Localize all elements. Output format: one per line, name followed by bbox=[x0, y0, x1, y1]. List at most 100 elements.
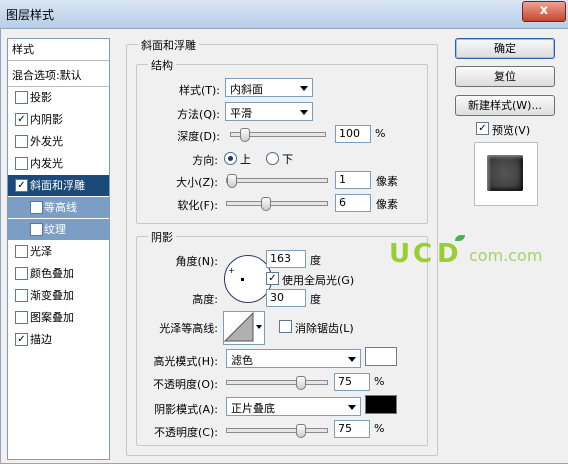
contour-curve-icon bbox=[224, 312, 254, 342]
sidebar-item-outer-glow[interactable]: 外发光 bbox=[8, 131, 109, 152]
checkbox[interactable] bbox=[15, 289, 28, 302]
title-bar: 图层样式 x bbox=[0, 0, 568, 29]
chevron-down-icon bbox=[348, 357, 356, 362]
angle-dial[interactable]: + bbox=[224, 255, 272, 303]
depth-unit: % bbox=[375, 127, 386, 140]
shading-title: 阴影 bbox=[148, 229, 176, 245]
close-icon: x bbox=[539, 3, 549, 18]
size-slider-thumb[interactable] bbox=[227, 174, 237, 188]
highlight-opacity-input[interactable]: 75 bbox=[334, 373, 370, 391]
sidebar-item-color-overlay[interactable]: 颜色叠加 bbox=[8, 263, 109, 284]
depth-input[interactable]: 100 bbox=[335, 125, 371, 143]
watermark-u: U bbox=[389, 239, 411, 269]
chevron-down-icon bbox=[348, 405, 356, 410]
altitude-unit: 度 bbox=[310, 293, 321, 306]
checkbox[interactable] bbox=[15, 91, 28, 104]
watermark-c: C bbox=[413, 239, 433, 269]
checkbox[interactable] bbox=[15, 311, 28, 324]
antialias-label: 消除锯齿(L) bbox=[295, 322, 354, 335]
soften-input[interactable]: 6 bbox=[335, 194, 371, 212]
blending-options-item[interactable]: 混合选项:默认 bbox=[8, 65, 109, 87]
shadow-opacity-label: 不透明度(C): bbox=[154, 426, 218, 439]
shadow-opacity-slider[interactable] bbox=[226, 424, 328, 438]
angle-dial-handle bbox=[241, 278, 244, 281]
sidebar-item-gradient-overlay[interactable]: 渐变叠加 bbox=[8, 285, 109, 306]
sidebar-item-drop-shadow[interactable]: 投影 bbox=[8, 87, 109, 108]
global-light-label: 使用全局光(G) bbox=[282, 274, 355, 287]
preview-swatch bbox=[487, 155, 523, 191]
sidebar-item-texture[interactable]: 纹理 bbox=[8, 219, 109, 240]
direction-down-radio[interactable] bbox=[266, 152, 279, 165]
ucd-watermark: U C D com.com bbox=[389, 235, 559, 269]
bevel-emboss-title: 斜面和浮雕 bbox=[138, 37, 199, 53]
style-preview bbox=[474, 142, 538, 206]
soften-slider-thumb[interactable] bbox=[261, 197, 272, 211]
window-title: 图层样式 bbox=[6, 8, 55, 22]
soften-unit: 像素 bbox=[376, 198, 398, 211]
gloss-contour-label: 光泽等高线: bbox=[159, 322, 218, 335]
checkbox[interactable] bbox=[15, 157, 28, 170]
structure-title: 结构 bbox=[148, 57, 176, 73]
style-label: 样式(T): bbox=[178, 84, 220, 97]
checkbox[interactable] bbox=[30, 223, 43, 236]
checkbox[interactable] bbox=[15, 245, 28, 258]
soften-label: 软化(F): bbox=[177, 199, 218, 212]
styles-header[interactable]: 样式 bbox=[8, 39, 109, 61]
checkbox[interactable] bbox=[15, 267, 28, 280]
chevron-down-icon bbox=[256, 325, 262, 329]
styles-sidebar: 样式 混合选项:默认 投影 ✓ 内阴影 外发光 内发光 ✓ 斜面和浮雕 等高线 纹理… bbox=[7, 38, 110, 460]
ok-button[interactable]: 确定 bbox=[455, 38, 555, 59]
direction-up-radio[interactable] bbox=[224, 152, 237, 165]
reset-button[interactable]: 复位 bbox=[455, 66, 555, 87]
direction-up-label: 上 bbox=[240, 153, 251, 166]
antialias-checkbox[interactable] bbox=[279, 320, 292, 333]
sidebar-item-pattern-overlay[interactable]: 图案叠加 bbox=[8, 307, 109, 328]
sidebar-item-contour[interactable]: 等高线 bbox=[8, 197, 109, 218]
angle-input[interactable]: 163 bbox=[266, 250, 306, 268]
preview-checkbox[interactable]: ✓ bbox=[476, 122, 489, 135]
checkbox[interactable] bbox=[15, 135, 28, 148]
highlight-mode-label: 高光模式(H): bbox=[153, 355, 218, 368]
highlight-opacity-slider-thumb[interactable] bbox=[296, 376, 306, 390]
depth-slider-thumb[interactable] bbox=[239, 128, 250, 142]
sidebar-item-bevel-emboss[interactable]: ✓ 斜面和浮雕 bbox=[8, 175, 109, 196]
direction-down-label: 下 bbox=[282, 153, 293, 166]
gloss-contour-picker[interactable] bbox=[223, 311, 265, 345]
size-unit: 像素 bbox=[376, 175, 398, 188]
shadow-mode-select[interactable]: 正片叠底 bbox=[226, 397, 361, 416]
highlight-mode-select[interactable]: 滤色 bbox=[226, 349, 361, 368]
leaf-icon bbox=[455, 235, 465, 241]
size-slider[interactable] bbox=[226, 174, 328, 188]
highlight-opacity-slider[interactable] bbox=[226, 376, 328, 390]
shadow-opacity-unit: % bbox=[374, 422, 385, 435]
checkbox[interactable]: ✓ bbox=[15, 113, 28, 126]
sidebar-item-inner-shadow[interactable]: ✓ 内阴影 bbox=[8, 109, 109, 130]
depth-label: 深度(D): bbox=[177, 130, 220, 143]
size-input[interactable]: 1 bbox=[335, 171, 371, 189]
chevron-down-icon bbox=[300, 86, 308, 91]
technique-select[interactable]: 平滑 bbox=[225, 102, 313, 121]
global-light-checkbox[interactable]: ✓ bbox=[266, 272, 279, 285]
direction-label: 方向: bbox=[192, 154, 218, 167]
highlight-opacity-unit: % bbox=[374, 375, 385, 388]
watermark-suffix: com.com bbox=[469, 246, 543, 265]
checkbox[interactable]: ✓ bbox=[15, 333, 28, 346]
angle-unit: 度 bbox=[310, 254, 321, 267]
close-button[interactable]: x bbox=[522, 1, 566, 22]
angle-label: 角度(N): bbox=[175, 255, 218, 268]
checkbox[interactable]: ✓ bbox=[15, 179, 28, 192]
depth-slider[interactable] bbox=[230, 128, 326, 142]
sidebar-item-inner-glow[interactable]: 内发光 bbox=[8, 153, 109, 174]
soften-slider[interactable] bbox=[226, 197, 328, 211]
style-select[interactable]: 内斜面 bbox=[225, 78, 313, 97]
checkbox[interactable] bbox=[30, 201, 43, 214]
highlight-color-swatch[interactable] bbox=[365, 347, 397, 366]
sidebar-item-stroke[interactable]: ✓ 描边 bbox=[8, 329, 109, 350]
sidebar-item-satin[interactable]: 光泽 bbox=[8, 241, 109, 262]
crosshair-icon: + bbox=[228, 266, 235, 275]
altitude-input[interactable]: 30 bbox=[266, 289, 306, 307]
new-style-button[interactable]: 新建样式(W)... bbox=[455, 95, 555, 116]
shadow-opacity-slider-thumb[interactable] bbox=[296, 424, 306, 438]
shadow-color-swatch[interactable] bbox=[365, 395, 397, 414]
shadow-opacity-input[interactable]: 75 bbox=[334, 420, 370, 438]
